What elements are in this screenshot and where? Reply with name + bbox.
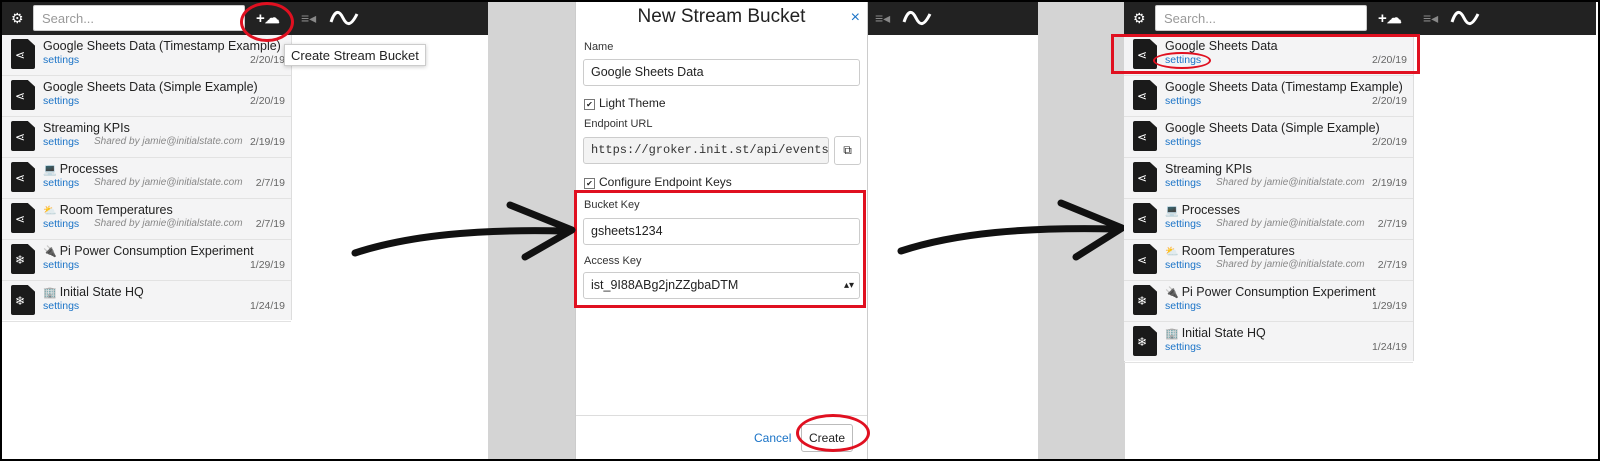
image-frame — [0, 0, 1600, 461]
